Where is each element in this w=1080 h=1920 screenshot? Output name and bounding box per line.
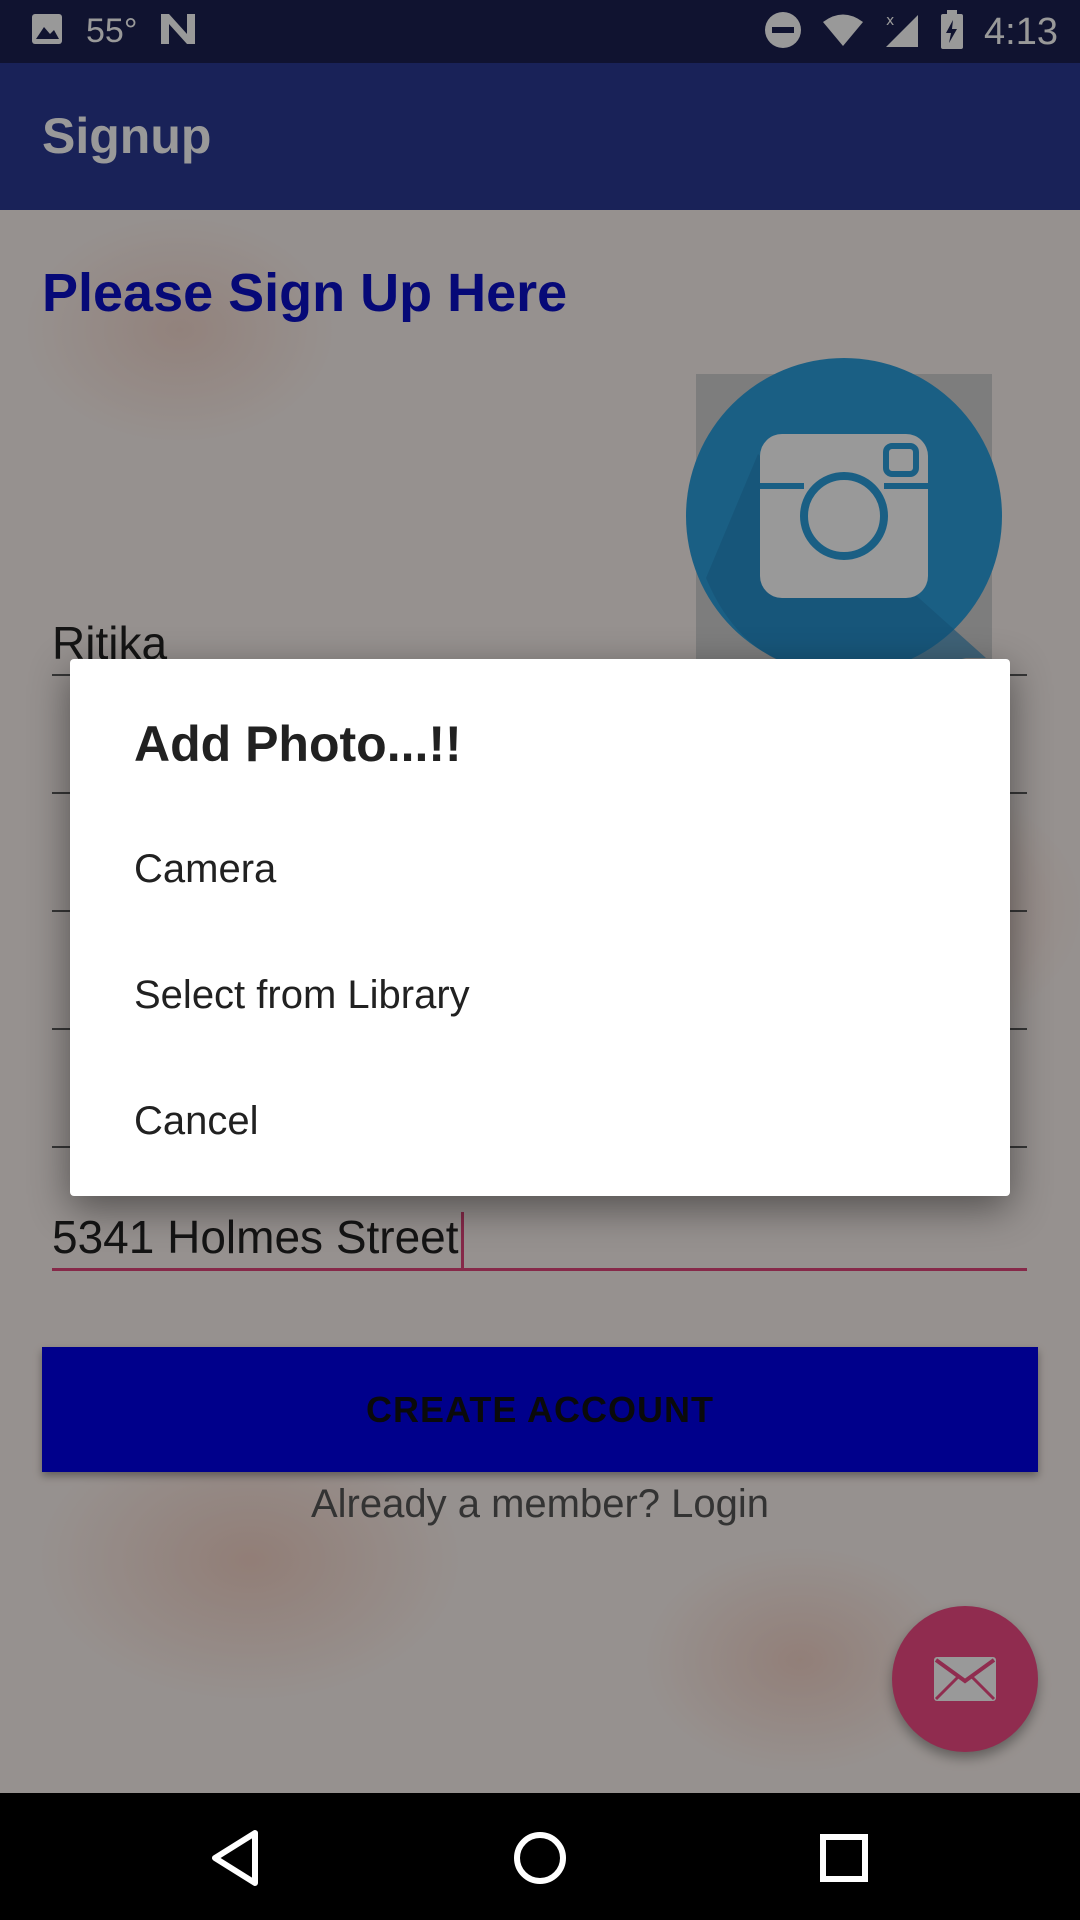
recents-button[interactable] (809, 1823, 879, 1893)
library-option[interactable]: Select from Library (70, 933, 1010, 1059)
back-button[interactable] (201, 1823, 271, 1893)
home-icon (514, 1832, 566, 1884)
cancel-option-label: Cancel (134, 1099, 259, 1143)
library-option-label: Select from Library (134, 973, 470, 1017)
camera-option[interactable]: Camera (70, 807, 1010, 933)
dialog-title: Add Photo...!! (134, 716, 462, 772)
back-icon (212, 1830, 258, 1886)
home-button[interactable] (505, 1823, 575, 1893)
navigation-bar (0, 1793, 1080, 1920)
recents-icon (820, 1834, 868, 1882)
camera-option-label: Camera (134, 847, 277, 891)
add-photo-dialog: Add Photo...!! Camera Select from Librar… (70, 659, 1010, 1196)
cancel-option[interactable]: Cancel (70, 1059, 1010, 1185)
